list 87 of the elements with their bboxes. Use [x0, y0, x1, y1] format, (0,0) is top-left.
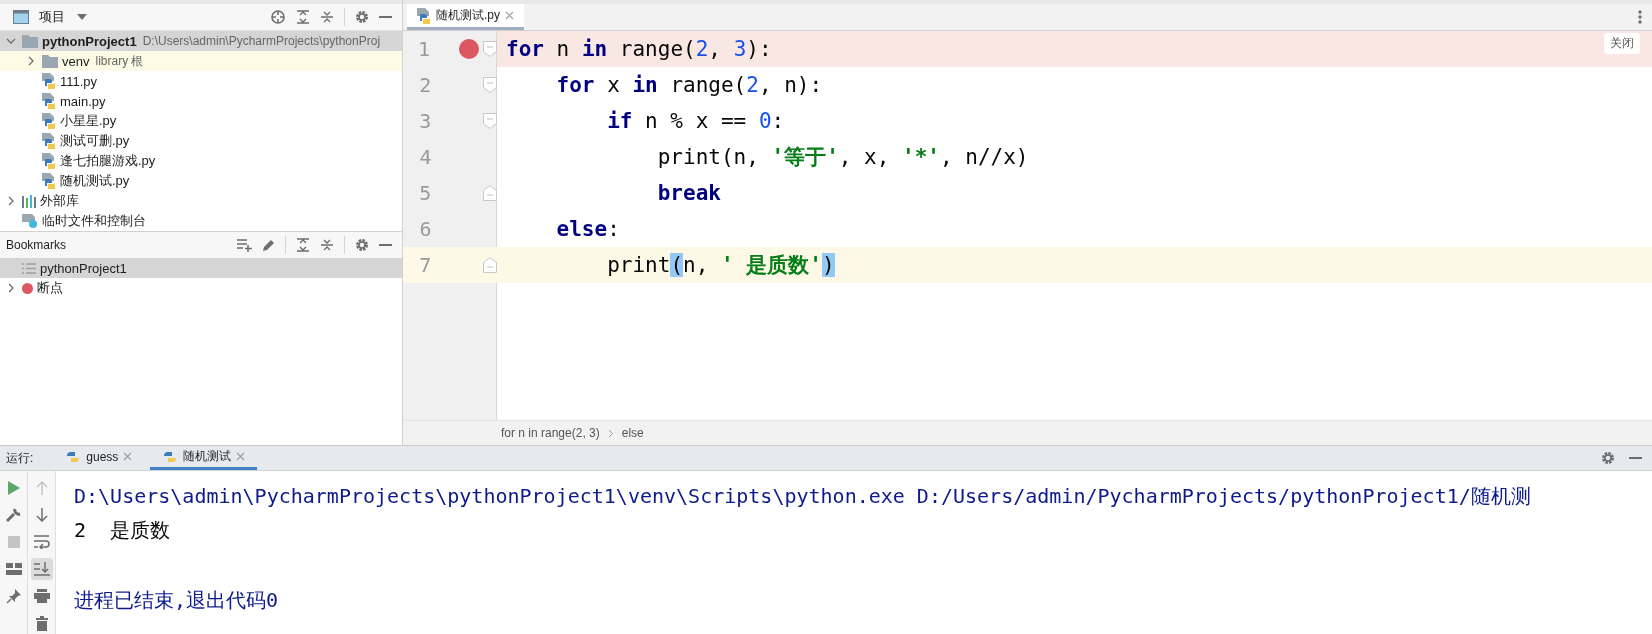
- python-file-icon: [42, 113, 56, 129]
- folder-icon: [42, 54, 58, 68]
- python-file-icon: [42, 73, 56, 89]
- tree-item[interactable]: 111.py: [0, 71, 402, 91]
- tab-label: guess: [86, 449, 119, 464]
- line-number: 1: [416, 37, 430, 61]
- breadcrumb[interactable]: for n in range(2, 3): [501, 426, 600, 440]
- breakpoint-icon: [22, 282, 33, 294]
- console-line: D:\Users\admin\PycharmProjects\pythonProject1\venv\Scripts\python.exe D:/Users/admin/PycharmProjects/pythonProject1/随机测: [74, 483, 1532, 510]
- item-label: 小星星.py: [60, 112, 117, 130]
- tree-item[interactable]: 测试可删.py: [0, 131, 402, 151]
- console-line: 2 是质数: [74, 517, 172, 544]
- panel-title[interactable]: 项目: [39, 8, 65, 26]
- expand-all-icon[interactable]: [296, 10, 310, 24]
- item-label: 测试可删.py: [60, 132, 130, 150]
- item-hint: library 根: [95, 52, 144, 70]
- scratch-icon: [22, 214, 38, 228]
- python-file-icon: [42, 133, 56, 149]
- item-label: pythonProject1: [42, 33, 137, 49]
- line-number: 7: [418, 253, 432, 277]
- chevron-icon[interactable]: [6, 36, 16, 46]
- breakpoint-icon[interactable]: [459, 39, 479, 59]
- item-label: 逢七拍腿游戏.py: [60, 152, 156, 170]
- item-label: 临时文件和控制台: [42, 212, 146, 230]
- close-icon[interactable]: [505, 11, 514, 20]
- settings-icon[interactable]: [1601, 451, 1615, 465]
- item-label: 111.py: [60, 73, 98, 89]
- tree-item[interactable]: 逢七拍腿游戏.py: [0, 151, 402, 171]
- more-icon[interactable]: [1638, 10, 1642, 24]
- tree-item[interactable]: 临时文件和控制台: [0, 211, 402, 231]
- scroll-end-icon[interactable]: [30, 558, 53, 580]
- line-number: 6: [418, 217, 432, 241]
- item-hint: D:\Users\admin\PycharmProjects\pythonProj: [142, 34, 381, 48]
- crosshair-icon[interactable]: [270, 9, 286, 25]
- line-number: 4: [418, 145, 432, 169]
- settings-icon[interactable]: [355, 238, 369, 252]
- item-label: 随机测试.py: [60, 172, 130, 190]
- line-number: 5: [418, 181, 432, 205]
- code-line: break: [656, 180, 722, 207]
- close-hint-button[interactable]: 关闭: [1604, 33, 1640, 54]
- tab-label: 随机测试: [183, 448, 232, 465]
- panel-label: 运行:: [6, 449, 34, 467]
- tree-item[interactable]: main.py: [0, 91, 402, 111]
- code-line: print(n, '等于', x, '*', n//x): [656, 144, 1030, 171]
- item-label: venv: [62, 53, 90, 69]
- collapse-all-icon[interactable]: [320, 10, 334, 24]
- settings-icon[interactable]: [355, 10, 369, 24]
- tree-item[interactable]: venv library 根: [0, 51, 402, 71]
- python-file-icon: [417, 7, 431, 24]
- library-icon: [22, 194, 36, 208]
- item-label: 断点: [37, 279, 63, 297]
- python-file-icon: [42, 153, 56, 169]
- python-file-icon: [42, 173, 56, 189]
- pencil-icon[interactable]: [262, 238, 275, 252]
- expand-all-icon[interactable]: [296, 238, 310, 252]
- breadcrumb[interactable]: else: [621, 426, 644, 440]
- item-label: main.py: [60, 93, 106, 109]
- window-icon: [13, 10, 29, 24]
- tree-item[interactable]: 外部库: [0, 191, 402, 211]
- editor-tab[interactable]: 随机测试.py: [407, 4, 524, 30]
- code-line: else:: [555, 216, 621, 243]
- tree-item[interactable]: 小星星.py: [0, 111, 402, 131]
- chevron-icon[interactable]: [6, 196, 16, 206]
- line-number: 2: [418, 73, 432, 97]
- tree-item[interactable]: 随机测试.py: [0, 171, 402, 191]
- panel-title: Bookmarks: [6, 238, 67, 252]
- folder-icon: [22, 34, 38, 48]
- item-label: pythonProject1: [40, 260, 127, 276]
- code-line: if n % x == 0:: [606, 108, 786, 135]
- bookmark-item[interactable]: pythonProject1: [0, 258, 402, 278]
- tab-label: 随机测试.py: [436, 7, 500, 24]
- chevron-icon[interactable]: [26, 56, 36, 66]
- code-line: for x in range(2, n):: [555, 72, 824, 99]
- chevron-icon[interactable]: [6, 283, 16, 293]
- add-list-icon[interactable]: [237, 238, 252, 252]
- run-tab[interactable]: guess: [53, 446, 145, 470]
- line-number: 3: [418, 109, 432, 133]
- bookmark-item[interactable]: 断点: [0, 278, 402, 298]
- tree-item[interactable]: pythonProject1 D:\Users\admin\PycharmProjects\pythonProj: [0, 31, 402, 51]
- list-icon: [22, 262, 36, 274]
- collapse-all-icon[interactable]: [320, 238, 334, 252]
- console-line: 进程已结束,退出代码0: [74, 587, 280, 614]
- python-file-icon: [42, 93, 56, 109]
- caret-icon[interactable]: [77, 14, 87, 20]
- item-label: 外部库: [40, 192, 79, 210]
- run-tab[interactable]: 随机测试: [150, 446, 258, 470]
- chevron-icon: [607, 428, 614, 438]
